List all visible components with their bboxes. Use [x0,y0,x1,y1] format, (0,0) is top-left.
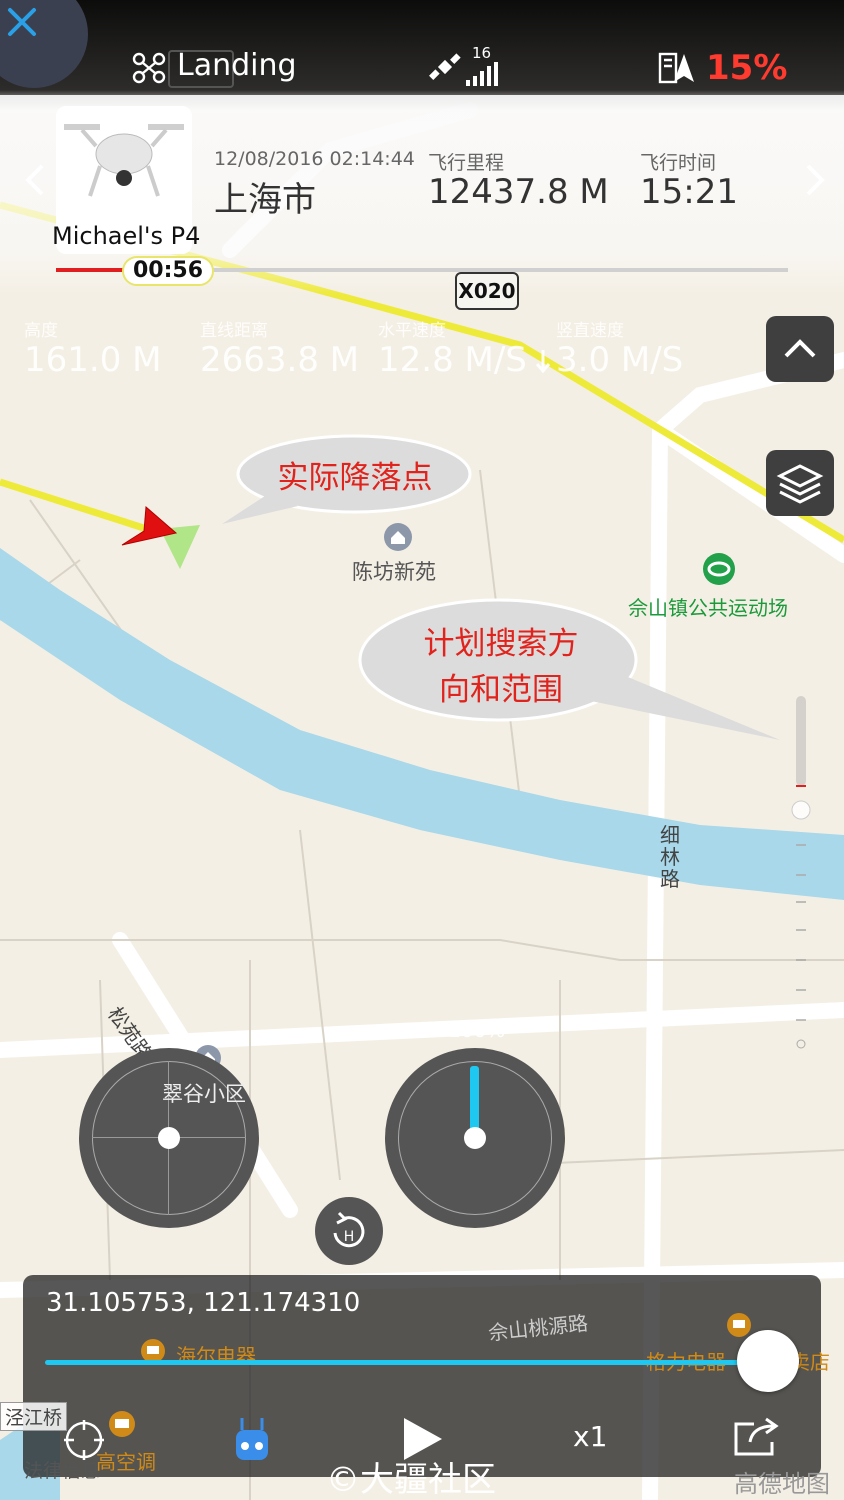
left-stick-indicator [79,1048,259,1228]
record-location: 上海市 [214,180,316,220]
next-record-button[interactable] [796,150,836,210]
locate-icon[interactable] [62,1418,106,1462]
return-home-icon: H [333,1211,365,1248]
road-label-xilin: 细林路 [660,823,680,891]
shop-icon [727,1313,751,1337]
playback-progress-track[interactable] [45,1360,773,1365]
distance-label: 飞行里程 [428,152,505,174]
altitude-value: 161.0 M [24,340,162,380]
search-callout-line2: 向和范围 [439,672,563,708]
map-provider-logo: 高德地图 [734,1470,830,1498]
vertical-speed-label: 竖直速度 [556,321,624,341]
collapse-panel-button[interactable] [766,316,834,382]
throttle-label: 100% [448,1018,506,1042]
right-stick-indicator [385,1048,565,1228]
satellite-icon [429,53,461,80]
distance-value: 12437.8 M [428,172,609,212]
previous-record-button[interactable] [14,150,54,210]
flight-mode: Landing [177,48,297,83]
altitude-label: 高度 [24,321,58,341]
down-arrow-icon [535,350,551,374]
status-bar: Landing 16 15% [0,40,844,96]
coordinates-readout: 31.105753, 121.174310 [46,1288,361,1318]
battery-icon [658,52,694,84]
shop-icon [109,1411,135,1437]
vertical-speed-value: 3.0 M/S [556,340,684,380]
return-home-button[interactable]: H [315,1197,383,1265]
landing-callout-text: 实际降落点 [277,460,433,496]
layers-icon [776,464,824,504]
poi-label-cuigu: 翠谷小区 [162,1082,246,1106]
signal-bars-icon [466,62,498,86]
record-datetime: 12/08/2016 02:14:44 [214,148,415,170]
search-callout-line1: 计划搜索方 [423,626,579,662]
left-stick-dot [158,1127,180,1149]
playback-timeline-progress [56,268,126,272]
chevron-up-icon [784,339,816,358]
horizontal-speed-value: 12.8 M/S [378,340,527,380]
watermark-text: ©大疆社区 [326,1460,496,1500]
residential-poi-icon [384,523,412,551]
straight-distance-value: 2663.8 M [200,340,360,380]
remote-controller-icon[interactable] [234,1416,270,1464]
zoom-scale[interactable] [788,690,814,1050]
satellite-count: 16 [472,44,492,62]
stadium-icon [703,553,735,585]
straight-distance-label: 直线距离 [200,321,268,341]
playback-speed-button[interactable]: x1 [573,1420,607,1453]
horizontal-speed-label: 水平速度 [378,321,446,341]
close-icon [8,8,36,36]
duration-label: 飞行时间 [640,152,717,174]
map-layers-button[interactable] [766,450,834,516]
road-badge: X020 [455,272,519,310]
playback-time[interactable]: 00:56 [122,256,214,286]
aircraft-position-marker[interactable] [120,505,210,575]
playback-scrubber[interactable] [737,1330,799,1392]
poi-label-bridge: 泾江桥 [0,1402,68,1431]
share-icon[interactable] [732,1416,784,1458]
poi-label-chenfang: 陈坊新苑 [352,560,436,584]
drone-icon [132,52,166,84]
duration-value: 15:21 [640,172,738,212]
aircraft-name: Michael's P4 [52,222,201,250]
svg-text:H: H [344,1229,355,1245]
battery-percent: 15% [706,48,788,88]
right-stick-dot [464,1127,486,1149]
